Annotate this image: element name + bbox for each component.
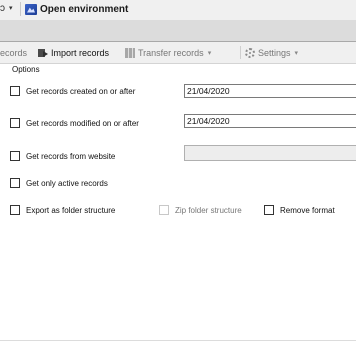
- toolbar-dropdown-arrow-icon[interactable]: ▾: [9, 4, 13, 12]
- from-website-label: Get records from website: [26, 151, 116, 161]
- records-tab[interactable]: ecords: [0, 46, 27, 59]
- toolbar-band: [0, 20, 356, 41]
- transfer-records-label: Transfer records: [138, 47, 204, 58]
- app-window: ɔ ▾ Open environment ecords Import recor…: [0, 0, 356, 364]
- transfer-records-button[interactable]: Transfer records ▾: [125, 46, 211, 59]
- modified-after-date-field[interactable]: 21/04/2020: [184, 114, 356, 128]
- options-group-title: Options: [12, 65, 40, 74]
- remove-format-checkbox[interactable]: [264, 205, 274, 215]
- options-group-border: [0, 63, 356, 64]
- created-after-option[interactable]: Get records created on or after: [10, 86, 135, 96]
- zip-folder-label: Zip folder structure: [175, 205, 242, 215]
- transfer-dropdown-arrow-icon: ▾: [207, 49, 212, 57]
- from-website-checkbox[interactable]: [10, 151, 20, 161]
- bottom-divider: [0, 340, 356, 341]
- only-active-checkbox[interactable]: [10, 178, 20, 188]
- zip-folder-checkbox: [159, 205, 169, 215]
- export-folder-option[interactable]: Export as folder structure: [10, 205, 115, 215]
- gear-icon: [245, 47, 255, 58]
- open-environment-label: Open environment: [40, 3, 129, 15]
- created-after-label: Get records created on or after: [26, 86, 136, 96]
- import-records-label: Import records: [51, 47, 110, 58]
- website-field: [184, 145, 356, 161]
- modified-after-checkbox[interactable]: [10, 118, 20, 128]
- created-after-date-field[interactable]: 21/04/2020: [184, 84, 356, 98]
- import-records-button[interactable]: Import records: [38, 46, 109, 59]
- export-folder-checkbox[interactable]: [10, 205, 20, 215]
- modified-after-option[interactable]: Get records modified on or after: [10, 118, 139, 128]
- toolbar-separator: [20, 2, 21, 16]
- remove-format-option[interactable]: Remove format: [264, 205, 335, 215]
- modified-after-label: Get records modified on or after: [26, 118, 139, 128]
- created-after-checkbox[interactable]: [10, 86, 20, 96]
- settings-label: Settings: [258, 47, 291, 58]
- remove-format-label: Remove format: [280, 205, 335, 215]
- zip-folder-option: Zip folder structure: [159, 205, 242, 215]
- settings-button[interactable]: Settings ▾: [245, 46, 298, 59]
- import-icon: [38, 48, 48, 58]
- open-environment-button[interactable]: Open environment: [25, 1, 128, 17]
- transfer-icon: [125, 47, 135, 58]
- toolbar-fragment: ɔ: [0, 3, 5, 14]
- export-folder-label: Export as folder structure: [26, 205, 116, 215]
- records-ribbon: ecords Import records Transfer records ▾…: [0, 42, 356, 63]
- ribbon-separator: [240, 46, 241, 59]
- top-toolbar: ɔ ▾ Open environment: [0, 0, 356, 20]
- only-active-label: Get only active records: [26, 178, 108, 188]
- only-active-option[interactable]: Get only active records: [10, 178, 108, 188]
- settings-dropdown-arrow-icon: ▾: [294, 49, 299, 57]
- environment-icon: [25, 3, 37, 15]
- from-website-option[interactable]: Get records from website: [10, 151, 115, 161]
- records-tab-label: ecords: [0, 47, 28, 58]
